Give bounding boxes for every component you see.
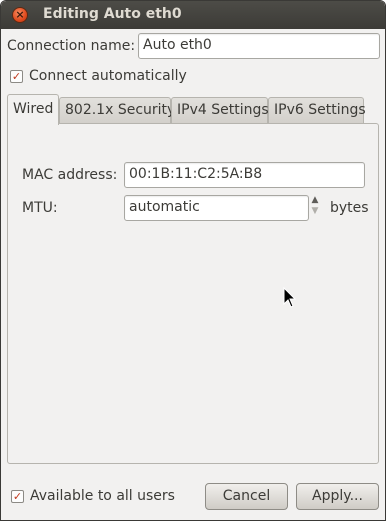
cancel-button[interactable]: Cancel (205, 483, 288, 510)
connection-name-input[interactable]: Auto eth0 (138, 33, 380, 59)
spin-up-icon[interactable]: ▲ (307, 195, 323, 206)
tab-ipv6-settings[interactable]: IPv6 Settings (268, 97, 366, 123)
spin-down-icon[interactable]: ▼ (307, 206, 323, 217)
mtu-input[interactable]: automatic (124, 195, 309, 221)
connect-automatically-label: Connect automatically (29, 68, 187, 84)
mac-address-input[interactable]: 00:1B:11:C2:5A:B8 (124, 162, 365, 188)
tab-wired[interactable]: Wired (7, 94, 59, 125)
mouse-pointer-icon (283, 287, 297, 308)
tab-8021x-security[interactable]: 802.1x Security (59, 97, 175, 123)
close-icon: × (15, 8, 25, 21)
available-to-all-users-checkbox[interactable]: ✓ (11, 490, 24, 503)
connect-automatically-checkbox[interactable]: ✓ (10, 70, 23, 83)
close-button[interactable]: × (12, 7, 28, 23)
mtu-unit-label: bytes (330, 200, 369, 216)
checkmark-icon: ✓ (12, 490, 23, 503)
apply-button[interactable]: Apply... (296, 483, 379, 510)
edit-connection-dialog: × Editing Auto eth0 Connection name: Aut… (0, 0, 386, 521)
mtu-label: MTU: (22, 200, 58, 216)
tab-ipv4-settings[interactable]: IPv4 Settings (171, 97, 269, 123)
available-to-all-users-label: Available to all users (30, 488, 175, 504)
connection-name-label: Connection name: (7, 38, 136, 54)
checkmark-icon: ✓ (11, 70, 22, 83)
title-bar: × Editing Auto eth0 (1, 1, 385, 29)
window-title: Editing Auto eth0 (43, 6, 182, 22)
mac-address-label: MAC address: (22, 167, 118, 183)
mtu-spin-buttons[interactable]: ▲ ▼ (307, 195, 323, 221)
